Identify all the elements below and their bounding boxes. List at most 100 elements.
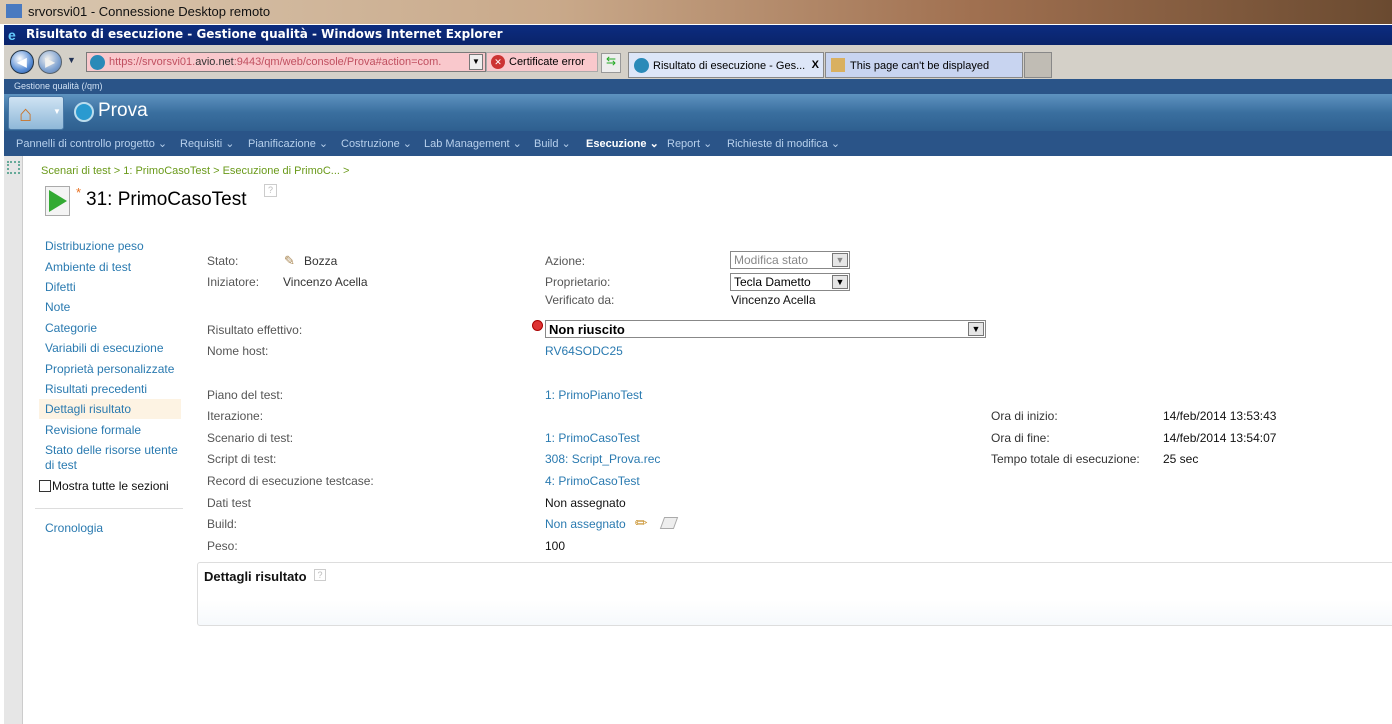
project-icon (74, 102, 94, 122)
sidebar-item-distribuzione-peso[interactable]: Distribuzione peso (45, 239, 144, 253)
sidebar-item-stato-risorse[interactable]: Stato delle risorse utente di test (45, 443, 185, 473)
nav-costruzione[interactable]: Costruzione ⌄ (341, 137, 412, 150)
host-link[interactable]: RV64SODC25 (545, 344, 623, 358)
sidebar-item-ambiente[interactable]: Ambiente di test (45, 260, 131, 274)
nav-richieste[interactable]: Richieste di modifica ⌄ (727, 137, 840, 150)
sidebar-item-difetti[interactable]: Difetti (45, 280, 76, 294)
nav-build[interactable]: Build ⌄ (534, 137, 571, 150)
home-menu-button[interactable]: ⌂ ▼ (8, 96, 64, 130)
address-bar[interactable]: https://srvorsvi01.avio.net:9443/qm/web/… (86, 52, 486, 72)
host-label: Nome host: (207, 344, 269, 358)
cert-error-label: Certificate error (509, 56, 585, 68)
chevron-down-icon: ▼ (968, 322, 984, 336)
app-context: Gestione qualità (/qm) (4, 79, 1392, 94)
piano-link[interactable]: 1: PrimoPianoTest (545, 388, 642, 402)
window-title: Risultato di esecuzione - Gestione quali… (26, 27, 503, 41)
fine-label: Ora di fine: (991, 431, 1050, 445)
dati-label: Dati test (207, 496, 252, 510)
sidebar-item-dettagli-risultato[interactable]: Dettagli risultato (45, 402, 131, 416)
main-nav: Pannelli di controllo progetto ⌄ Requisi… (4, 131, 1392, 156)
chevron-down-icon: ▼ (53, 107, 61, 116)
project-name: Prova (98, 100, 148, 121)
azione-select[interactable]: Modifica stato ▼ (730, 251, 850, 269)
record-label: Record di esecuzione testcase: (207, 474, 374, 488)
inizio-label: Ora di inizio: (991, 409, 1058, 423)
nav-lab-management[interactable]: Lab Management ⌄ (424, 137, 522, 150)
nav-report[interactable]: Report ⌄ (667, 137, 712, 150)
rdp-title-bar: srvorsvi01 - Connessione Desktop remoto (0, 0, 1392, 24)
sidebar-item-risultati-precedenti[interactable]: Risultati precedenti (45, 382, 147, 396)
dettagli-risultato-section: Dettagli risultato ? (197, 562, 1392, 626)
new-tab-button[interactable] (1024, 52, 1052, 78)
address-rest: :9443/qm/web/console/Prova#action=com. (233, 56, 442, 68)
pencil-icon[interactable]: ✏ (635, 514, 648, 532)
tab-label: This page can't be displayed (850, 60, 990, 72)
help-icon[interactable]: ? (264, 184, 277, 197)
show-all-checkbox[interactable] (39, 480, 51, 492)
sidebar-item-proprieta[interactable]: Proprietà personalizzate (45, 362, 174, 376)
azione-label: Azione: (545, 254, 586, 268)
proprietario-select[interactable]: Tecla Dametto ▼ (730, 273, 850, 291)
edit-icon[interactable]: ✎ (284, 253, 295, 269)
tab-error-page[interactable]: This page can't be displayed (825, 52, 1023, 78)
nav-esecuzione[interactable]: Esecuzione ⌄ (586, 137, 659, 150)
project-banner: ⌂ ▼ Prova (4, 94, 1392, 131)
scenario-link[interactable]: 1: PrimoCasoTest (545, 431, 640, 445)
tempo-label: Tempo totale di esecuzione: (991, 452, 1140, 466)
dati-value: Non assegnato (545, 496, 626, 510)
scenario-label: Scenario di test: (207, 431, 294, 445)
back-button[interactable]: ◀ (10, 50, 34, 74)
eraser-icon[interactable] (659, 517, 679, 529)
sidebar-item-revisione[interactable]: Revisione formale (45, 423, 141, 437)
rdp-title: srvorsvi01 - Connessione Desktop remoto (28, 4, 271, 19)
inizio-value: 14/feb/2014 13:53:43 (1163, 409, 1277, 423)
sidebar-item-cronologia[interactable]: Cronologia (45, 521, 103, 535)
stato-label: Stato: (207, 254, 239, 268)
nav-pannelli[interactable]: Pannelli di controllo progetto ⌄ (16, 137, 167, 150)
record-link[interactable]: 4: PrimoCasoTest (545, 474, 640, 488)
refresh-icon[interactable]: ⇆ (601, 53, 621, 73)
verificato-value: Vincenzo Acella (731, 293, 816, 307)
nav-requisiti[interactable]: Requisiti ⌄ (180, 137, 234, 150)
chevron-down-icon: ▼ (832, 253, 848, 267)
show-all-label[interactable]: Mostra tutte le sezioni (52, 479, 169, 493)
tab-close-icon[interactable]: X (812, 59, 819, 71)
script-link[interactable]: 308: Script_Prova.rec (545, 452, 660, 466)
failed-icon (532, 320, 543, 331)
risultato-select[interactable]: Non riuscito ▼ (545, 320, 986, 338)
left-strip (4, 156, 23, 724)
build-label: Build: (207, 517, 238, 531)
address-domain: avio.net (195, 56, 234, 68)
shield-error-icon: ✕ (491, 55, 505, 69)
stato-value: Bozza (304, 254, 338, 268)
sidebar-item-variabili[interactable]: Variabili di esecuzione (45, 341, 164, 355)
address-dropdown-icon[interactable]: ▼ (469, 54, 483, 70)
risultato-label: Risultato effettivo: (207, 323, 303, 337)
ie-toolbar: ◀ ▶ ▼ https://srvorsvi01.avio.net:9443/q… (4, 45, 1392, 79)
iterazione-label: Iterazione: (207, 409, 264, 423)
peso-value: 100 (545, 539, 566, 553)
breadcrumb[interactable]: Scenari di test > 1: PrimoCasoTest > Ese… (41, 165, 349, 177)
chevron-down-icon: ▼ (832, 275, 848, 289)
history-dropdown-icon[interactable]: ▼ (67, 55, 76, 65)
ie-title-bar: e Risultato di esecuzione - Gestione qua… (4, 25, 1392, 45)
tab-label: Risultato di esecuzione - Ges... (653, 60, 806, 72)
proprietario-label: Proprietario: (545, 275, 611, 289)
nav-pianificazione[interactable]: Pianificazione ⌄ (248, 137, 328, 150)
certificate-error-button[interactable]: ✕ Certificate error (486, 52, 598, 72)
page-title: 31: PrimoCasoTest (86, 189, 247, 210)
ie-logo-icon: e (8, 27, 16, 43)
forward-button[interactable]: ▶ (38, 50, 62, 74)
tab-site-icon (634, 58, 649, 73)
iniziatore-value: Vincenzo Acella (283, 275, 368, 289)
sidebar-item-note[interactable]: Note (45, 300, 70, 314)
widgets-icon[interactable] (7, 161, 20, 174)
tab-risultato[interactable]: Risultato di esecuzione - Ges... X (628, 52, 824, 78)
sidebar-item-categorie[interactable]: Categorie (45, 321, 97, 335)
tempo-value: 25 sec (1163, 452, 1199, 466)
fine-value: 14/feb/2014 13:54:07 (1163, 431, 1277, 445)
help-icon[interactable]: ? (314, 569, 326, 581)
piano-label: Piano del test: (207, 388, 284, 402)
build-link[interactable]: Non assegnato (545, 517, 626, 531)
rdp-icon (6, 4, 22, 18)
